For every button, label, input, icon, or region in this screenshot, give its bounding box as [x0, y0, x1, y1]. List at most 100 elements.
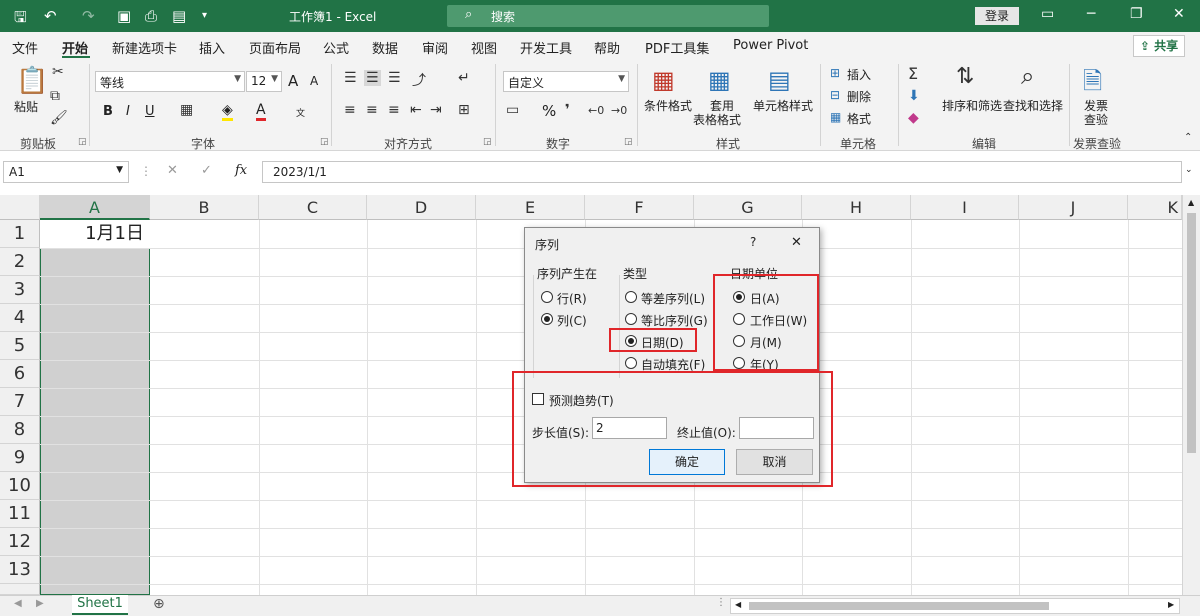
fill-icon[interactable]: ⬇ — [908, 88, 920, 104]
row-header-11[interactable]: 11 — [0, 500, 40, 528]
scroll-right-icon[interactable]: ▶ — [1168, 600, 1174, 609]
decrease-decimal-icon[interactable]: →0 — [611, 104, 627, 117]
align-center-icon[interactable]: ≡ — [366, 102, 378, 118]
find-select-button[interactable]: 查找和选择 — [1003, 97, 1063, 114]
prev-sheet-icon[interactable]: ◀ — [14, 598, 22, 609]
minimize-icon[interactable]: ─ — [1087, 6, 1095, 22]
add-sheet-icon[interactable]: ⊕ — [153, 596, 165, 612]
decrease-indent-icon[interactable]: ⇤ — [410, 102, 422, 118]
clipboard-launcher-icon[interactable]: ◲ — [78, 137, 87, 147]
tab-new[interactable]: 新建选项卡 — [112, 38, 177, 57]
font-name-combo[interactable]: 等线 ▼ — [95, 71, 245, 92]
insert-function-icon[interactable]: fx — [235, 163, 247, 178]
formula-input[interactable]: 2023/1/1 — [262, 161, 1182, 183]
collapse-ribbon-icon[interactable]: ⌃ — [1184, 132, 1192, 143]
clear-icon[interactable]: ◆ — [908, 110, 919, 126]
row-header-7[interactable]: 7 — [0, 388, 40, 416]
column-header-i[interactable]: I — [911, 195, 1019, 220]
fill-color-icon[interactable]: ◈ — [222, 102, 233, 121]
delete-cells-icon[interactable]: ⊟ — [830, 88, 840, 102]
expand-formula-bar-icon[interactable]: ⌄ — [1185, 165, 1193, 175]
tab-help[interactable]: 帮助 — [594, 38, 620, 57]
format-cells-button[interactable]: 格式 — [847, 110, 871, 127]
wrap-text-icon[interactable]: ↵ — [458, 70, 470, 86]
increase-indent-icon[interactable]: ⇥ — [430, 102, 442, 118]
row-header-6[interactable]: 6 — [0, 360, 40, 388]
radio-column[interactable] — [541, 313, 553, 325]
cell-styles-button[interactable]: 单元格样式 — [753, 97, 813, 114]
font-launcher-icon[interactable]: ◲ — [320, 137, 329, 147]
align-top-icon[interactable]: ☰ — [344, 70, 357, 86]
scroll-left-icon[interactable]: ◀ — [735, 600, 741, 609]
horizontal-scrollbar[interactable]: ◀ ▶ — [730, 598, 1180, 614]
copy-icon[interactable]: ⧉ — [50, 88, 60, 104]
tab-pdf[interactable]: PDF工具集 — [645, 38, 709, 57]
restore-icon[interactable]: ❐ — [1130, 6, 1143, 22]
format-cells-icon[interactable]: ▦ — [830, 110, 841, 124]
redo-icon[interactable]: ↷ — [82, 7, 95, 25]
conditional-formatting-button[interactable]: 条件格式 — [644, 97, 692, 114]
scroll-up-icon[interactable]: ▲ — [1188, 198, 1194, 207]
tab-formulas[interactable]: 公式 — [323, 38, 349, 57]
merge-center-icon[interactable]: ⊞ — [458, 102, 470, 118]
invoice-check-line2[interactable]: 查验 — [1084, 111, 1108, 128]
insert-cells-icon[interactable]: ⊞ — [830, 66, 840, 80]
hscrollbar-thumb[interactable] — [749, 602, 1049, 610]
row-header-4[interactable]: 4 — [0, 304, 40, 332]
bold-button[interactable]: B — [103, 104, 113, 119]
conditional-formatting-icon[interactable]: ▦ — [652, 66, 675, 94]
borders-icon[interactable]: ▦ — [180, 102, 193, 118]
radio-linear-label[interactable]: 等差序列(L) — [641, 290, 705, 307]
sheet-tab-sheet1[interactable]: Sheet1 — [72, 595, 128, 615]
paste-button[interactable]: 粘贴 — [14, 98, 38, 115]
tab-view[interactable]: 视图 — [471, 38, 497, 57]
column-header-k[interactable]: K — [1128, 195, 1182, 220]
number-format-combo[interactable]: 自定义 ▼ — [503, 71, 629, 92]
grow-font-button[interactable]: A — [288, 72, 298, 90]
find-select-icon[interactable]: ⌕ — [1021, 62, 1034, 90]
radio-row[interactable] — [541, 291, 553, 303]
save-icon[interactable]: 🖫 — [14, 7, 27, 32]
align-middle-icon[interactable]: ☰ — [364, 70, 381, 86]
percent-button[interactable]: % — [542, 102, 556, 120]
column-header-d[interactable]: D — [367, 195, 476, 220]
form-icon[interactable]: ▣ — [117, 7, 131, 25]
format-as-table-icon[interactable]: ▦ — [708, 66, 731, 94]
scrollbar-thumb[interactable] — [1187, 213, 1196, 453]
cell-styles-icon[interactable]: ▤ — [768, 66, 791, 94]
font-size-combo[interactable]: 12 ▼ — [246, 71, 282, 92]
radio-column-label[interactable]: 列(C) — [557, 312, 587, 329]
row-header-14[interactable] — [0, 584, 40, 595]
align-right-icon[interactable]: ≡ — [388, 102, 400, 118]
orientation-icon[interactable]: ⤴ — [412, 70, 426, 90]
comma-style-icon[interactable]: ❜ — [565, 102, 570, 118]
insert-cells-button[interactable]: 插入 — [847, 66, 871, 83]
format-painter-icon[interactable]: 🖌 — [50, 110, 68, 126]
row-header-2[interactable]: 2 — [0, 248, 40, 276]
radio-row-label[interactable]: 行(R) — [557, 290, 587, 307]
column-header-j[interactable]: J — [1019, 195, 1128, 220]
tab-power-pivot[interactable]: Power Pivot — [733, 38, 808, 53]
row-header-1[interactable]: 1 — [0, 220, 40, 248]
preview-icon[interactable]: ▤ — [172, 7, 186, 25]
tab-page-layout[interactable]: 页面布局 — [249, 38, 301, 57]
search-box[interactable]: ⌕ 搜索 — [447, 5, 769, 27]
tab-insert[interactable]: 插入 — [199, 38, 225, 57]
radio-growth[interactable] — [625, 313, 637, 325]
sort-filter-button[interactable]: 排序和筛选 — [942, 97, 1002, 114]
share-button[interactable]: ⇪ 共享 — [1133, 35, 1185, 57]
radio-autofill[interactable] — [625, 357, 637, 369]
tab-developer[interactable]: 开发工具 — [520, 38, 572, 57]
cell-a1[interactable]: 1月1日 — [40, 220, 150, 248]
window-close-icon[interactable]: ✕ — [1173, 6, 1185, 22]
italic-button[interactable]: I — [126, 104, 130, 119]
row-header-9[interactable]: 9 — [0, 444, 40, 472]
login-button[interactable]: 登录 — [975, 7, 1019, 25]
undo-icon[interactable]: ↶ — [44, 7, 57, 25]
select-all-corner[interactable] — [0, 195, 40, 220]
phonetic-button[interactable]: 文 — [296, 106, 305, 119]
next-sheet-icon[interactable]: ▶ — [36, 598, 44, 609]
tab-file[interactable]: 文件 — [12, 38, 38, 57]
autosum-icon[interactable]: Σ — [908, 64, 918, 83]
font-color-icon[interactable]: A — [256, 102, 266, 121]
